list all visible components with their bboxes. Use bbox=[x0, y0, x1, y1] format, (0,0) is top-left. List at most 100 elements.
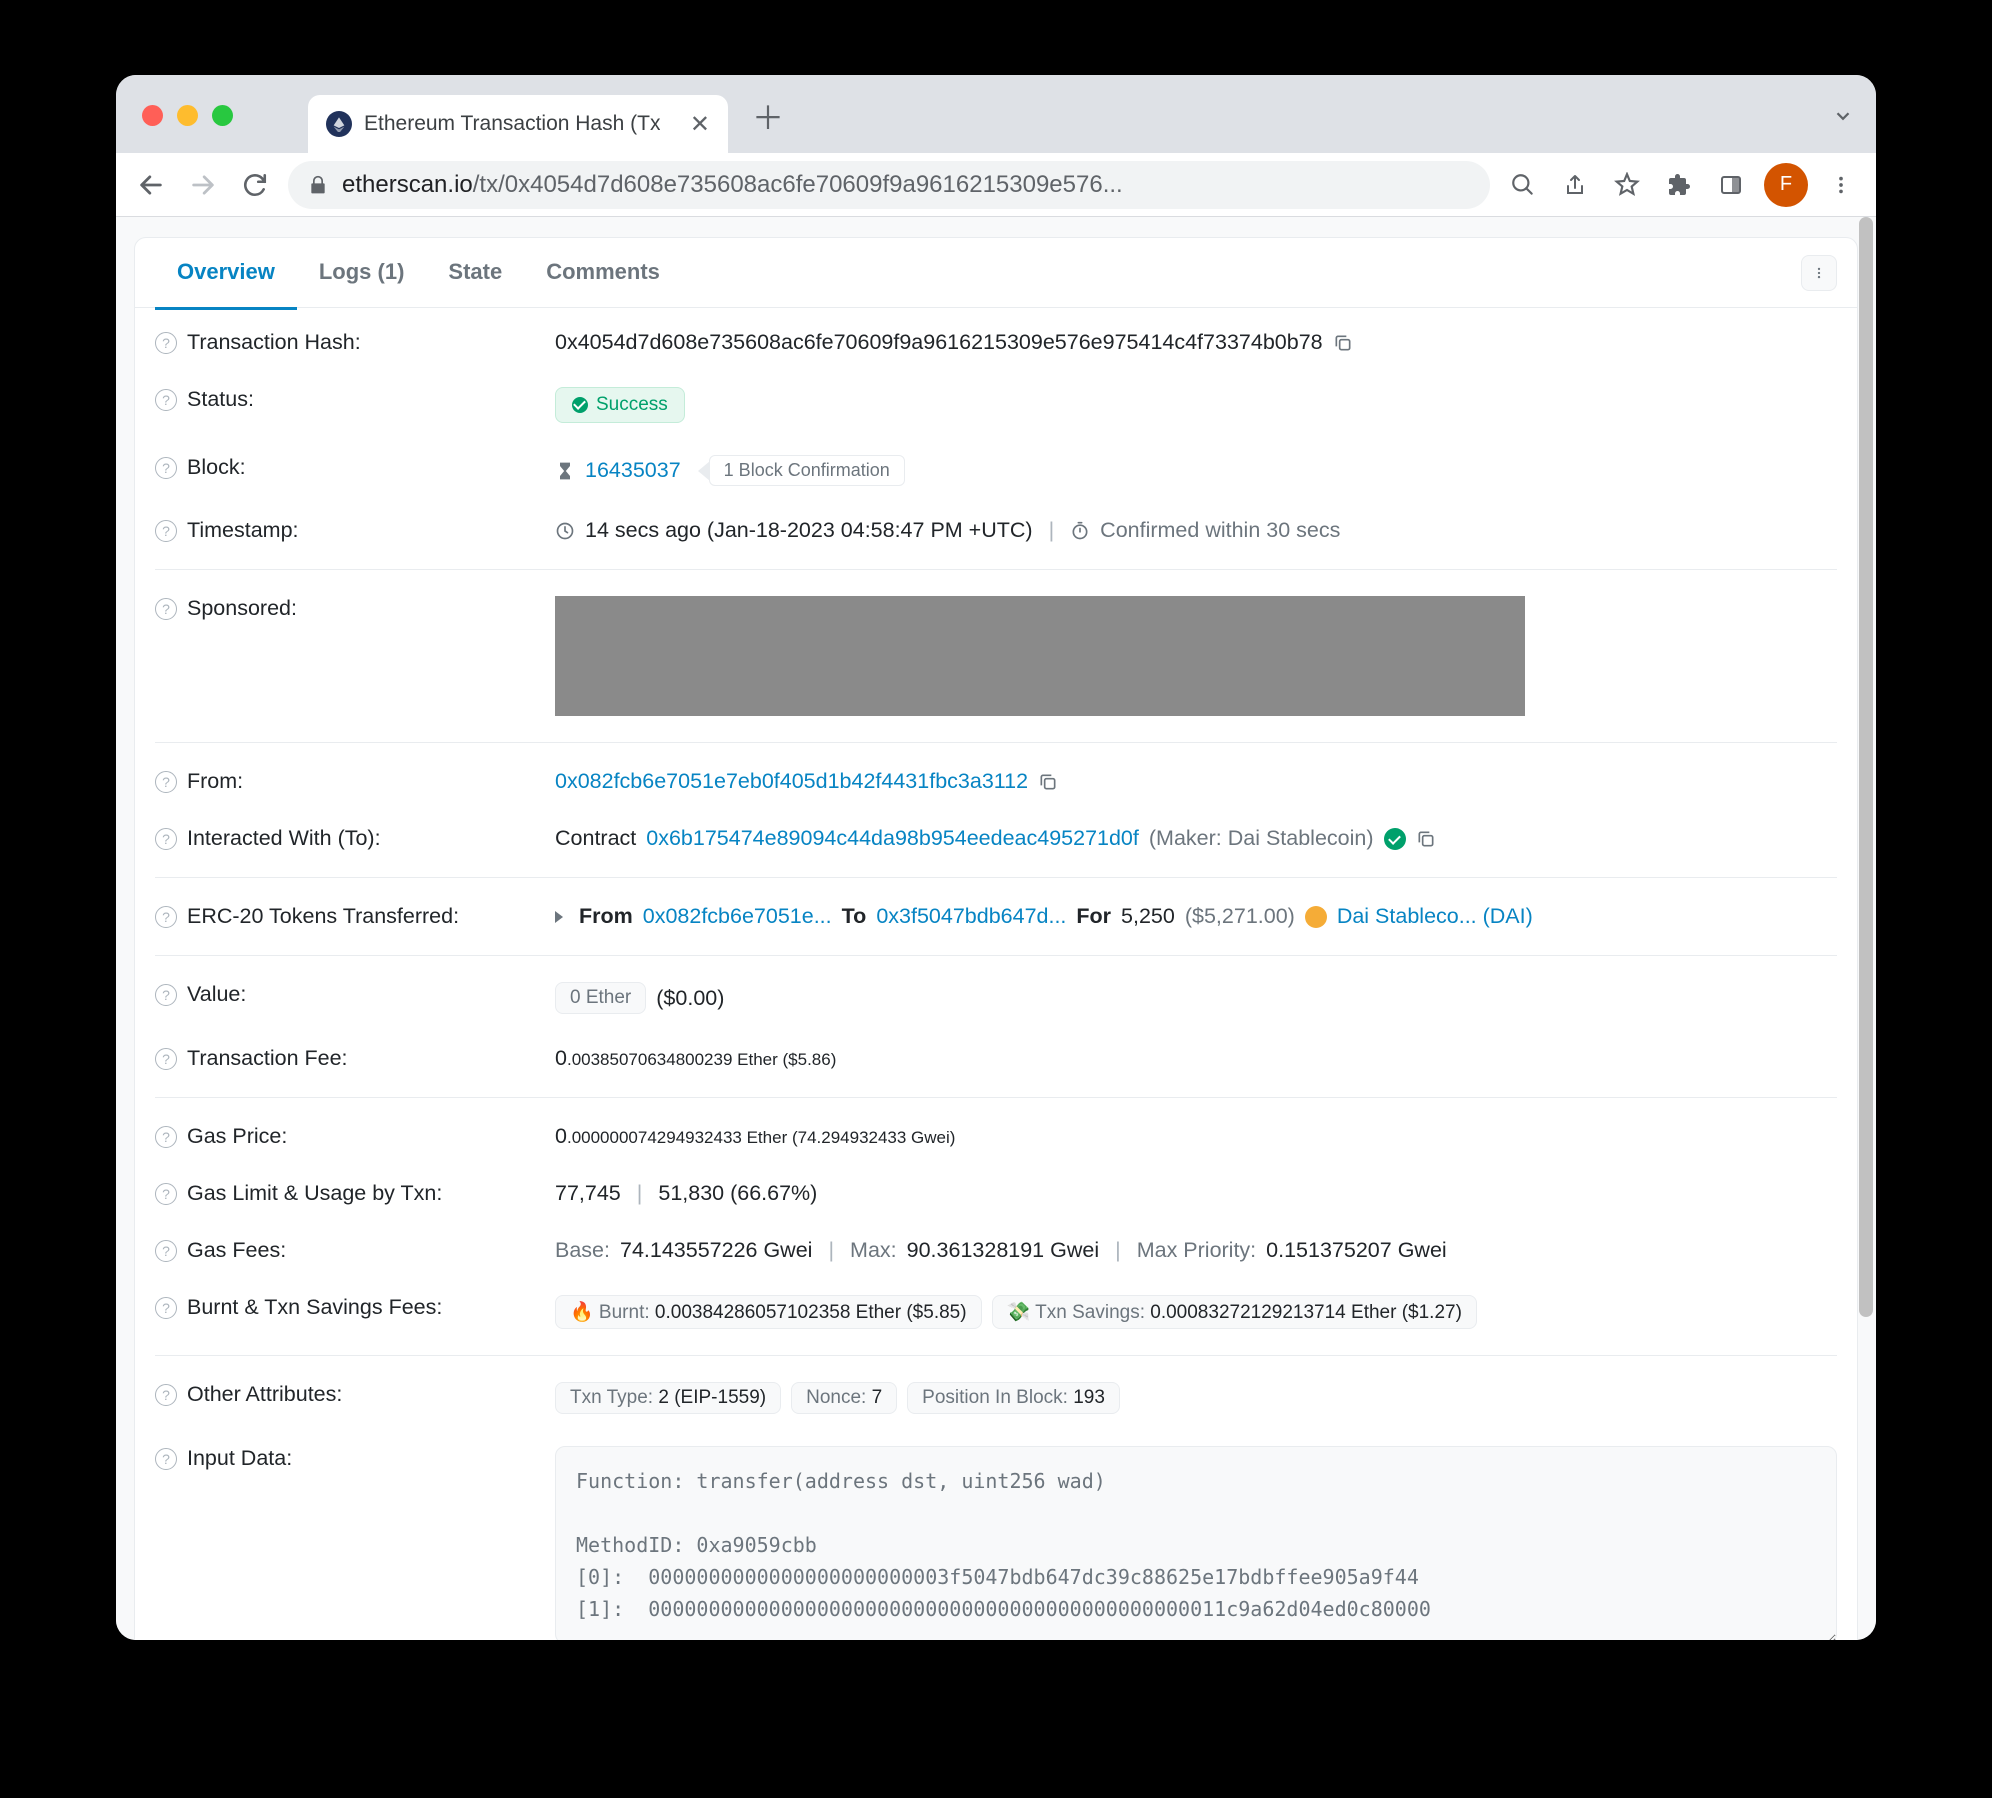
input-data-box[interactable]: Function: transfer(address dst, uint256 … bbox=[555, 1446, 1837, 1640]
help-icon[interactable]: ? bbox=[155, 984, 177, 1006]
txntype-pill: Txn Type: 2 (EIP-1559) bbox=[555, 1382, 781, 1414]
url-text: etherscan.io/tx/0x4054d7d608e735608ac6fe… bbox=[342, 171, 1470, 199]
search-icon[interactable] bbox=[1504, 166, 1542, 204]
tabs-dropdown-button[interactable] bbox=[1832, 105, 1854, 127]
caret-right-icon bbox=[555, 911, 563, 923]
label: Status: bbox=[187, 387, 254, 412]
label: Value: bbox=[187, 982, 246, 1007]
forward-button[interactable] bbox=[184, 166, 222, 204]
row-status: ? Status: Success bbox=[155, 371, 1837, 439]
label: Timestamp: bbox=[187, 518, 299, 543]
row-timestamp: ?Timestamp: 14 secs ago (Jan-18-2023 04:… bbox=[155, 502, 1837, 559]
help-icon[interactable]: ? bbox=[155, 332, 177, 354]
gasprice-value: 0.000000074294932433 Ether (74.294932433… bbox=[555, 1124, 955, 1149]
erc20-to-link[interactable]: 0x3f5047bdb647d... bbox=[876, 904, 1066, 929]
row-burnt: ?Burnt & Txn Savings Fees: 🔥 Burnt: 0.00… bbox=[155, 1279, 1837, 1345]
copy-icon[interactable] bbox=[1333, 333, 1353, 353]
transaction-card: Overview Logs (1) State Comments ? Transa… bbox=[134, 237, 1858, 1640]
stopwatch-icon bbox=[1070, 521, 1090, 541]
row-gaslimit: ?Gas Limit & Usage by Txn: 77,745 | 51,8… bbox=[155, 1165, 1837, 1222]
row-gasfees: ?Gas Fees: Base: 74.143557226 Gwei | Max… bbox=[155, 1222, 1837, 1279]
extensions-icon[interactable] bbox=[1660, 166, 1698, 204]
menu-icon[interactable] bbox=[1822, 166, 1860, 204]
help-icon[interactable]: ? bbox=[155, 520, 177, 542]
label: Transaction Hash: bbox=[187, 330, 361, 355]
tab-logs[interactable]: Logs (1) bbox=[297, 237, 427, 310]
help-icon[interactable]: ? bbox=[155, 771, 177, 793]
help-icon[interactable]: ? bbox=[155, 1240, 177, 1262]
label: ERC-20 Tokens Transferred: bbox=[187, 904, 459, 929]
row-value: ?Value: 0 Ether ($0.00) bbox=[155, 966, 1837, 1030]
txfee-value: 0.00385070634800239 Ether ($5.86) bbox=[555, 1046, 836, 1071]
browser-tab-active[interactable]: Ethereum Transaction Hash (Tx ✕ bbox=[308, 95, 728, 153]
help-icon[interactable]: ? bbox=[155, 598, 177, 620]
row-gasprice: ? Gas Price: 0.000000074294932433 Ether (… bbox=[155, 1108, 1837, 1165]
label: Interacted With (To): bbox=[187, 826, 381, 851]
tab-comments[interactable]: Comments bbox=[524, 237, 682, 310]
help-icon[interactable]: ? bbox=[155, 389, 177, 411]
browser-tab-title: Ethereum Transaction Hash (Tx bbox=[364, 112, 660, 136]
help-icon[interactable]: ? bbox=[155, 1048, 177, 1070]
row-otherattrs: ?Other Attributes: Txn Type: 2 (EIP-1559… bbox=[155, 1366, 1837, 1430]
help-icon[interactable]: ? bbox=[155, 1126, 177, 1148]
hourglass-icon bbox=[555, 461, 575, 481]
confirmed-within: Confirmed within 30 secs bbox=[1100, 518, 1340, 543]
label: Burnt & Txn Savings Fees: bbox=[187, 1295, 442, 1320]
minimize-window-button[interactable] bbox=[177, 105, 198, 126]
scrollbar-thumb[interactable] bbox=[1859, 217, 1873, 1317]
scrollbar[interactable] bbox=[1852, 217, 1876, 1640]
gas-used: 51,830 (66.67%) bbox=[658, 1181, 817, 1206]
maximize-window-button[interactable] bbox=[212, 105, 233, 126]
erc20-amount: 5,250 bbox=[1121, 904, 1175, 929]
row-to: ?Interacted With (To): Contract 0x6b1754… bbox=[155, 810, 1837, 867]
browser-tabs: Ethereum Transaction Hash (Tx ✕ ＋ bbox=[308, 75, 784, 153]
ad-placeholder[interactable] bbox=[555, 596, 1525, 716]
share-icon[interactable] bbox=[1556, 166, 1594, 204]
close-tab-button[interactable]: ✕ bbox=[690, 110, 710, 139]
row-inputdata: ?Input Data: Function: transfer(address … bbox=[155, 1430, 1837, 1640]
erc20-from-link[interactable]: 0x082fcb6e7051e... bbox=[643, 904, 832, 929]
close-window-button[interactable] bbox=[142, 105, 163, 126]
erc20-token-link[interactable]: Dai Stableco... (DAI) bbox=[1337, 904, 1533, 929]
position-pill: Position In Block: 193 bbox=[907, 1382, 1120, 1414]
help-icon[interactable]: ? bbox=[155, 1183, 177, 1205]
copy-icon[interactable] bbox=[1416, 829, 1436, 849]
tab-overview[interactable]: Overview bbox=[155, 237, 297, 310]
erc20-to-label: To bbox=[842, 904, 867, 929]
clock-icon bbox=[555, 521, 575, 541]
gf-base: 74.143557226 Gwei bbox=[620, 1238, 812, 1263]
erc20-from-label: From bbox=[579, 904, 633, 929]
help-icon[interactable]: ? bbox=[155, 1448, 177, 1470]
block-link[interactable]: 16435037 bbox=[585, 458, 681, 483]
help-icon[interactable]: ? bbox=[155, 906, 177, 928]
gf-max: 90.361328191 Gwei bbox=[907, 1238, 1099, 1263]
reload-button[interactable] bbox=[236, 166, 274, 204]
titlebar: Ethereum Transaction Hash (Tx ✕ ＋ bbox=[116, 75, 1876, 153]
gas-limit: 77,745 bbox=[555, 1181, 621, 1206]
help-icon[interactable]: ? bbox=[155, 1297, 177, 1319]
from-address-link[interactable]: 0x082fcb6e7051e7eb0f405d1b42f4431fbc3a31… bbox=[555, 769, 1028, 794]
nonce-pill: Nonce: 7 bbox=[791, 1382, 897, 1414]
row-block: ?Block: 16435037 1 Block Confirmation bbox=[155, 439, 1837, 502]
more-options-button[interactable] bbox=[1801, 255, 1837, 291]
tab-state[interactable]: State bbox=[426, 237, 524, 310]
help-icon[interactable]: ? bbox=[155, 457, 177, 479]
help-icon[interactable]: ? bbox=[155, 828, 177, 850]
savings-pill: 💸 Txn Savings: 0.00083272129213714 Ether… bbox=[992, 1295, 1477, 1329]
to-address-link[interactable]: 0x6b175474e89094c44da98b954eedeac495271d… bbox=[646, 826, 1139, 851]
lock-icon bbox=[308, 175, 328, 195]
back-button[interactable] bbox=[132, 166, 170, 204]
new-tab-button[interactable]: ＋ bbox=[752, 93, 784, 139]
help-icon[interactable]: ? bbox=[155, 1384, 177, 1406]
profile-avatar[interactable]: F bbox=[1764, 163, 1808, 207]
address-bar[interactable]: etherscan.io/tx/0x4054d7d608e735608ac6fe… bbox=[288, 161, 1490, 209]
browser-toolbar: etherscan.io/tx/0x4054d7d608e735608ac6fe… bbox=[116, 153, 1876, 217]
status-badge: Success bbox=[555, 387, 685, 423]
copy-icon[interactable] bbox=[1038, 772, 1058, 792]
value-usd: ($0.00) bbox=[656, 986, 724, 1011]
label: Gas Price: bbox=[187, 1124, 287, 1149]
star-icon[interactable] bbox=[1608, 166, 1646, 204]
row-erc20: ? ERC-20 Tokens Transferred: From 0x082fc… bbox=[155, 888, 1837, 945]
sidepanel-icon[interactable] bbox=[1712, 166, 1750, 204]
gf-base-label: Base: bbox=[555, 1238, 610, 1263]
